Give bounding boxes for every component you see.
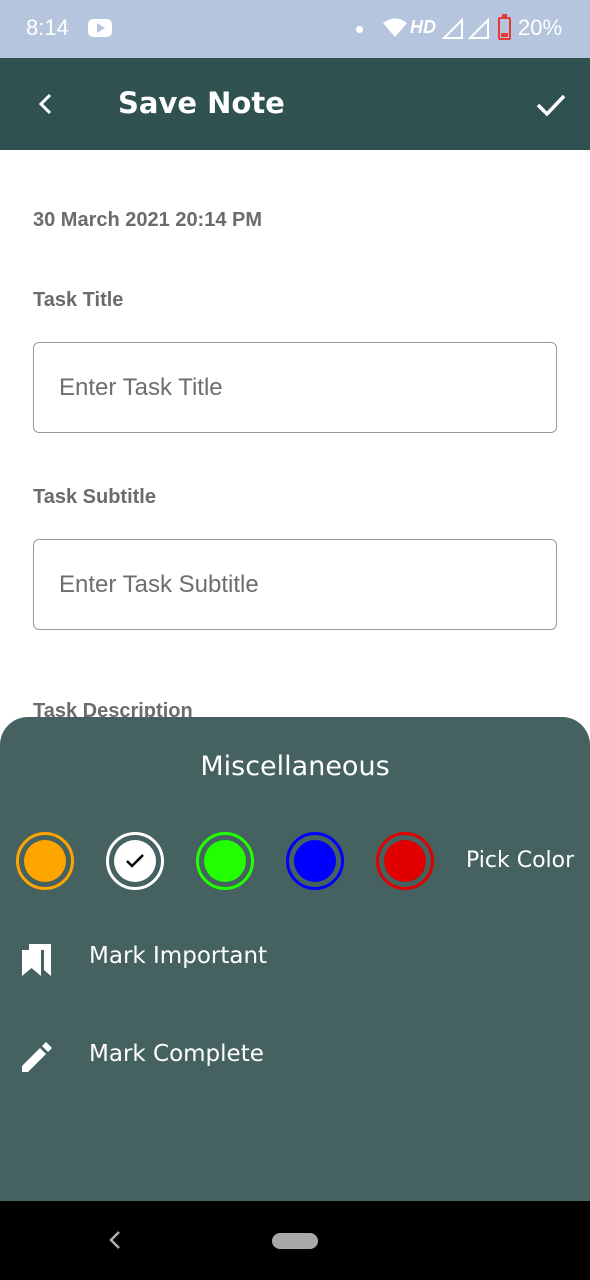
youtube-notification-icon — [88, 19, 112, 37]
color-swatch-orange[interactable] — [16, 832, 74, 890]
pencil-icon — [22, 1042, 52, 1072]
wifi-icon — [383, 18, 407, 37]
color-swatch-red[interactable] — [376, 832, 434, 890]
save-check-button[interactable] — [526, 80, 576, 130]
color-swatch-green-fill — [204, 840, 246, 882]
status-time: 8:14 — [26, 15, 69, 40]
bookmarks-icon — [22, 944, 51, 976]
color-swatch-blue-fill — [294, 840, 336, 882]
color-swatch-orange-fill — [24, 840, 66, 882]
chevron-left-icon — [38, 93, 52, 115]
color-swatch-white[interactable] — [106, 832, 164, 890]
color-swatch-green[interactable] — [196, 832, 254, 890]
miscellaneous-bottom-sheet: Miscellaneous Pick Color Mark Important … — [0, 717, 590, 1201]
check-icon — [536, 94, 566, 117]
task-title-label: Task Title — [33, 289, 124, 311]
mark-complete-label: Mark Complete — [89, 1041, 264, 1067]
signal-icon — [442, 18, 463, 39]
mark-important-label: Mark Important — [89, 943, 268, 969]
system-nav-bar — [0, 1201, 590, 1280]
nav-back-button[interactable] — [100, 1225, 130, 1255]
mark-complete-option[interactable]: Mark Complete — [0, 1020, 590, 1090]
toolbar: Save Note — [0, 58, 590, 150]
task-subtitle-label: Task Subtitle — [33, 486, 156, 508]
mark-important-option[interactable]: Mark Important — [0, 922, 590, 992]
date-text: 30 March 2021 20:14 PM — [33, 209, 263, 231]
color-swatch-blue[interactable] — [286, 832, 344, 890]
battery-icon — [498, 14, 511, 40]
check-icon — [126, 854, 144, 868]
back-button[interactable] — [22, 80, 70, 128]
battery-percent: 20% — [518, 15, 563, 40]
nav-home-pill[interactable] — [272, 1233, 318, 1249]
notification-dot-icon — [356, 26, 363, 33]
color-swatch-red-fill — [384, 840, 426, 882]
status-bar: 8:14 HD 20% — [0, 0, 590, 58]
page-title: Save Note — [118, 86, 285, 120]
signal-icon-2 — [468, 18, 489, 39]
pick-color-label: Pick Color — [466, 848, 575, 873]
task-title-input[interactable] — [33, 342, 557, 433]
color-swatch-white-fill — [114, 840, 156, 882]
task-subtitle-input[interactable] — [33, 539, 557, 630]
network-label: HD — [410, 17, 436, 37]
nav-back-icon — [109, 1231, 120, 1249]
sheet-title: Miscellaneous — [200, 751, 390, 782]
